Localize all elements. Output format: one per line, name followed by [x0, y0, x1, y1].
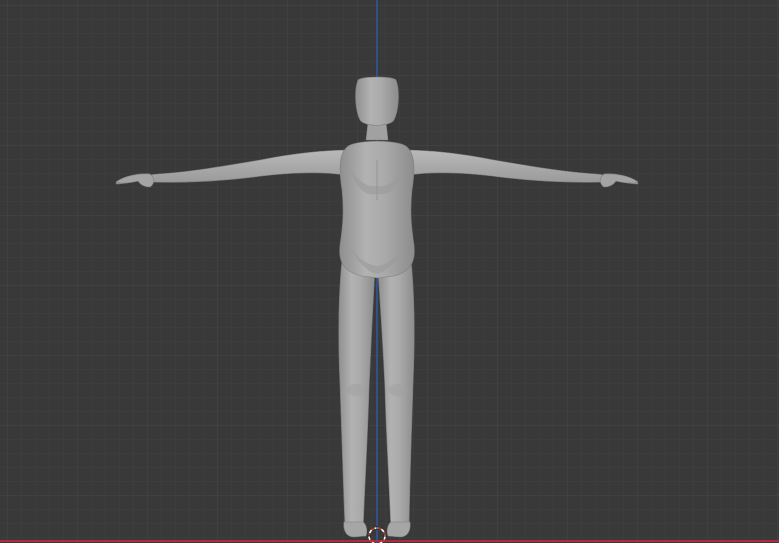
left-knee [346, 384, 366, 396]
left-foot [343, 521, 368, 538]
viewport-canvas[interactable] [0, 0, 779, 543]
right-foot [386, 521, 411, 538]
3d-viewport[interactable] [0, 0, 779, 543]
right-knee [388, 384, 408, 396]
head [355, 76, 399, 126]
